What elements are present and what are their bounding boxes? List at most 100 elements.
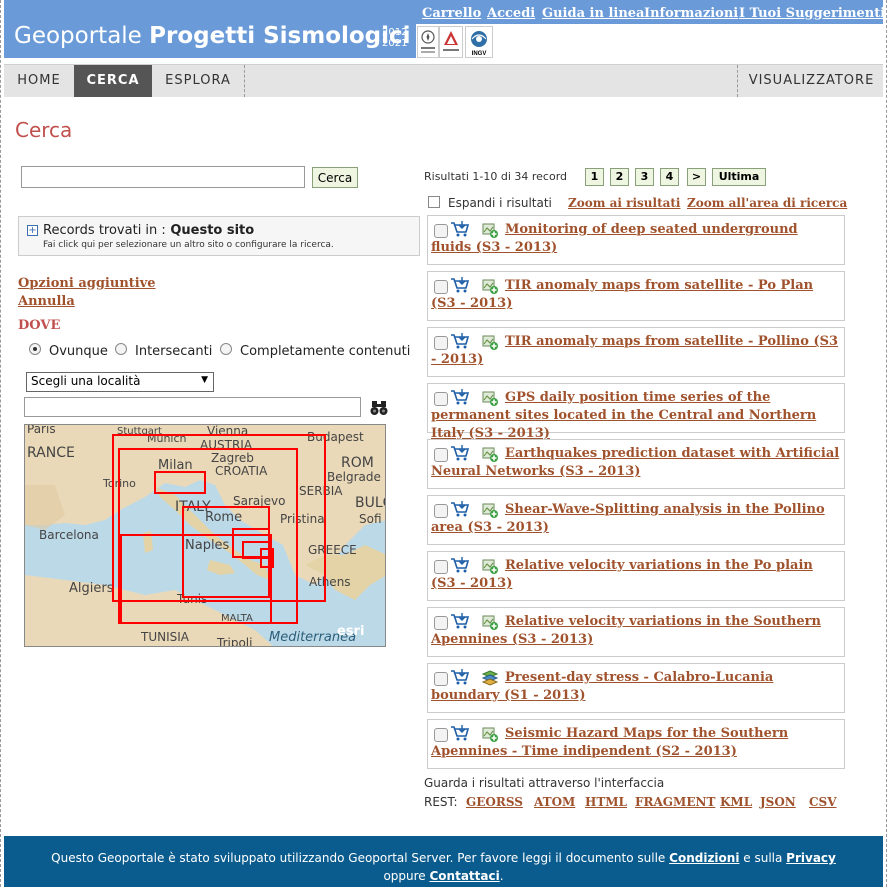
result-card: Seismic Hazard Maps for the Southern Ape… — [427, 719, 845, 769]
tab-visualizzatore[interactable]: VISUALIZZATORE — [740, 65, 883, 97]
map-label-greece: GREECE — [308, 543, 357, 557]
logo-bold: Progetti Sismologici — [149, 23, 411, 49]
map-label-munich: Munich — [147, 432, 187, 445]
cancel-link[interactable]: Annulla — [18, 294, 75, 309]
cart-link[interactable]: Carrello — [422, 6, 481, 21]
zoom-area-link[interactable]: Zoom all'area di ricerca — [687, 196, 847, 210]
search-map[interactable]: RANCE Paris Stuttgart Munich Vienna AUST… — [24, 424, 386, 647]
nav-divider-right — [737, 65, 738, 97]
ingv-logo-icon: INGV — [465, 26, 493, 58]
map-label-croatia: CROATIA — [215, 464, 268, 478]
map-label-rom: ROM — [341, 455, 374, 471]
map-label-paris: Paris — [27, 425, 56, 436]
map-label-sarajevo: Sarajevo — [233, 494, 285, 508]
result-card: Present-day stress - Calabro-Lucania bou… — [427, 663, 845, 713]
rest-label: REST: — [424, 795, 458, 809]
additional-options-link[interactable]: Opzioni aggiuntive — [18, 276, 156, 291]
expand-results-label: Espandi i risultati — [448, 196, 552, 210]
radio-ovunque-label: Ovunque — [49, 344, 108, 359]
top-links-bar: Carrello Accedi Guida in linea Informazi… — [416, 0, 885, 24]
rest-fragment-link[interactable]: FRAGMENT — [635, 795, 715, 809]
footer-text-3: oppure — [383, 869, 426, 883]
footer-text-4: . — [499, 869, 504, 883]
footer: Questo Geoportale è stato sviluppato uti… — [4, 836, 883, 887]
result-card: GPS daily position time series of the pe… — [427, 383, 845, 441]
result-card: TIR anomaly maps from satellite - Po Pla… — [427, 271, 845, 321]
records-site-selector[interactable]: + Records trovati in : Questo sito Fai c… — [18, 216, 420, 256]
result-title-link[interactable]: Earthquakes prediction dataset with Arti… — [431, 445, 841, 481]
suggestions-link[interactable]: I Tuoi Suggerimenti — [739, 6, 885, 21]
tab-cerca[interactable]: CERCA — [74, 65, 152, 97]
page-3-button[interactable]: 3 — [635, 168, 654, 186]
next-page-button[interactable]: > — [687, 168, 706, 186]
page-4-button[interactable]: 4 — [660, 168, 679, 186]
result-title-link[interactable]: Shear-Wave-Splitting analysis in the Pol… — [431, 501, 841, 537]
records-site: Questo sito — [170, 223, 255, 238]
result-card: Shear-Wave-Splitting analysis in the Pol… — [427, 495, 845, 545]
tab-esplora[interactable]: ESPLORA — [152, 65, 244, 97]
page-2-button[interactable]: 2 — [610, 168, 629, 186]
result-card: TIR anomaly maps from satellite - Pollin… — [427, 327, 845, 377]
result-title-link[interactable]: GPS daily position time series of the pe… — [431, 389, 841, 443]
main-navbar: HOME CERCA ESPLORA VISUALIZZATORE — [4, 64, 883, 97]
result-title-link[interactable]: Present-day stress - Calabro-Lucania bou… — [431, 669, 841, 705]
results-count: Risultati 1-10 di 34 record — [424, 170, 568, 183]
location-select-value: Scegli una località — [31, 374, 141, 388]
result-title-link[interactable]: Monitoring of deep seated underground fl… — [431, 221, 841, 257]
ingv-logo-text: INGV — [472, 51, 487, 57]
map-label-tunisia: TUNISIA — [140, 630, 190, 644]
map-label-milan: Milan — [158, 458, 193, 473]
rest-html-link[interactable]: HTML — [585, 795, 627, 809]
privacy-link[interactable]: Privacy — [786, 851, 836, 865]
map-label-tunis: Tunis — [176, 592, 207, 606]
map-label-naples: Naples — [185, 538, 230, 553]
binoculars-icon[interactable] — [368, 398, 390, 418]
rest-csv-link[interactable]: CSV — [809, 795, 837, 809]
records-title-prefix: Records trovati in : — [43, 223, 166, 238]
expand-results-checkbox[interactable] — [428, 196, 440, 208]
zoom-results-link[interactable]: Zoom ai risultati — [568, 196, 681, 210]
result-title-link[interactable]: Relative velocity variations in the Sout… — [431, 613, 841, 649]
search-input[interactable] — [21, 166, 305, 188]
result-title-link[interactable]: TIR anomaly maps from satellite - Po Pla… — [431, 277, 841, 313]
result-title-link[interactable]: TIR anomaly maps from satellite - Pollin… — [431, 333, 841, 369]
map-label-pristina: Pristina — [280, 512, 325, 526]
rest-json-link[interactable]: JSON — [760, 795, 796, 809]
map-label-algiers: Algiers — [69, 581, 114, 596]
rest-atom-link[interactable]: ATOM — [534, 795, 575, 809]
site-logo[interactable]: Geoportale Progetti Sismologici 2012 2021 — [4, 0, 416, 58]
help-link[interactable]: Guida in linea — [542, 6, 644, 21]
map-label-vienna: Vienna — [207, 425, 248, 438]
map-label-rome: Rome — [205, 510, 242, 525]
map-label-belgrade: Belgrade — [327, 470, 381, 484]
map-label-budapest: Budapest — [307, 430, 364, 444]
footer-text-1: Questo Geoportale è stato sviluppato uti… — [51, 851, 666, 865]
conditions-link[interactable]: Condizioni — [669, 851, 739, 865]
where-label: DOVE — [18, 318, 61, 333]
map-label-sofi: Sofi — [359, 512, 382, 526]
map-label-france: RANCE — [27, 445, 75, 461]
logo-year-bottom: 2021 — [382, 38, 408, 49]
search-button[interactable]: Cerca — [312, 167, 358, 188]
last-page-button[interactable]: Ultima — [712, 168, 766, 186]
rest-georss-link[interactable]: GEORSS — [466, 795, 523, 809]
tab-home[interactable]: HOME — [4, 65, 74, 97]
radio-ovunque[interactable] — [29, 343, 41, 355]
rest-intro: Guarda i risultati attraverso l'interfac… — [424, 776, 665, 790]
result-card: Earthquakes prediction dataset with Arti… — [427, 439, 845, 489]
contact-link[interactable]: Contattaci — [430, 869, 500, 883]
logo-year-top: 2012 — [382, 27, 408, 38]
expand-plus-icon[interactable]: + — [27, 225, 38, 236]
rest-kml-link[interactable]: KML — [720, 795, 752, 809]
esri-logo-icon: esri — [337, 624, 364, 639]
radio-intersecanti[interactable] — [115, 343, 127, 355]
location-select[interactable]: Scegli una località ▼ — [26, 372, 214, 392]
result-title-link[interactable]: Seismic Hazard Maps for the Southern Ape… — [431, 725, 841, 761]
radio-contenuti[interactable] — [220, 343, 232, 355]
login-link[interactable]: Accedi — [487, 6, 535, 21]
result-title-link[interactable]: Relative velocity variations in the Po p… — [431, 557, 841, 593]
info-link[interactable]: Informazioni — [644, 6, 738, 21]
map-label-tripoli: Tripoli — [216, 636, 252, 647]
location-input[interactable] — [24, 397, 361, 417]
page-1-button[interactable]: 1 — [585, 168, 604, 186]
